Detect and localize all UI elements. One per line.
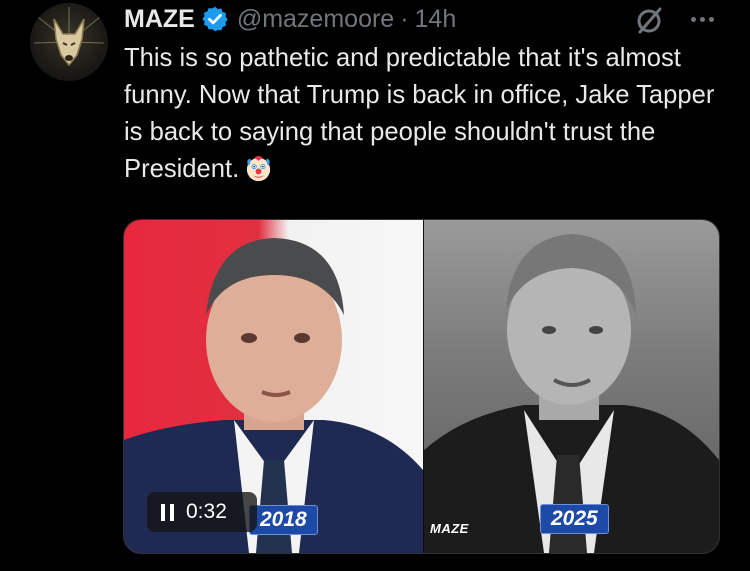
avatar[interactable]: [30, 3, 108, 81]
dog-logo-icon: [33, 7, 105, 67]
video-frame-right: MAZE 2025: [424, 220, 719, 553]
maze-watermark: MAZE: [430, 521, 469, 536]
separator-dot: ·: [400, 4, 409, 33]
year-badge-left: 2018: [249, 505, 318, 535]
video-playback-control[interactable]: 0:32: [147, 492, 257, 532]
grok-icon[interactable]: [634, 5, 664, 35]
tweet-body: This is so pathetic and predictable that…: [124, 44, 715, 183]
timestamp[interactable]: 14h: [415, 5, 457, 34]
clown-face-emoji-icon: [247, 155, 271, 182]
pause-icon[interactable]: [161, 503, 174, 521]
video-media[interactable]: MAZE 2025 2018 0:32: [123, 219, 720, 554]
playback-time: 0:32: [186, 500, 227, 523]
user-handle[interactable]: @mazemoore: [237, 5, 394, 34]
more-options-icon[interactable]: [682, 4, 722, 34]
tweet-text: This is so pathetic and predictable that…: [124, 40, 724, 188]
verified-badge-icon: [202, 6, 228, 32]
year-badge-right: 2025: [540, 504, 609, 534]
display-name[interactable]: MAZE: [124, 5, 195, 34]
tweet-header: MAZE @mazemoore · 14h: [124, 2, 456, 36]
